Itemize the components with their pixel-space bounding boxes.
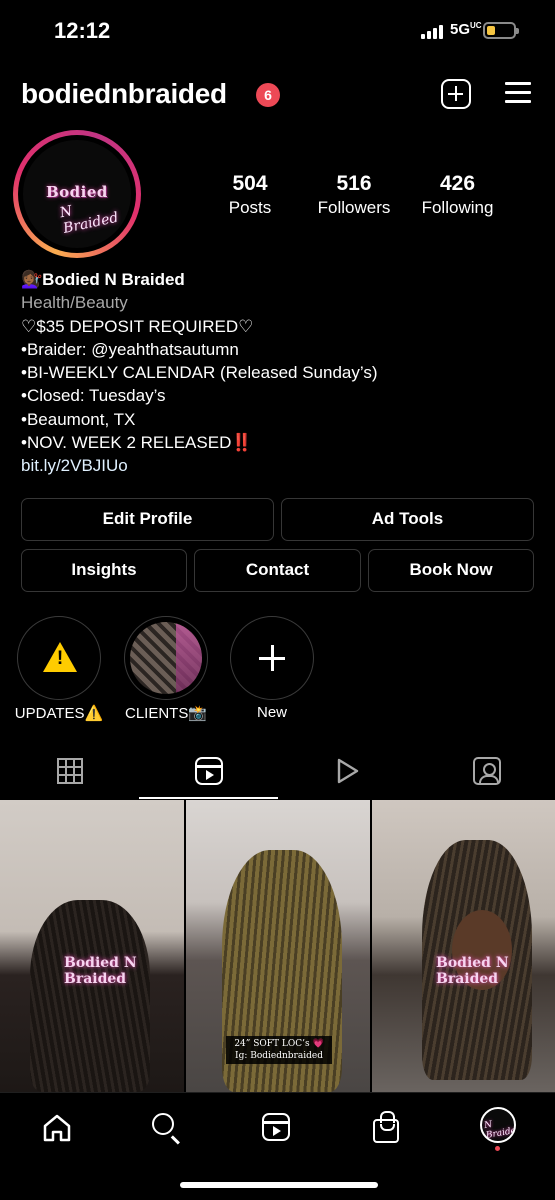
reels-icon: [262, 1113, 290, 1141]
nav-avatar-logo: N Braided: [483, 1119, 516, 1141]
notification-badge[interactable]: 6: [256, 83, 280, 107]
search-icon: [152, 1113, 174, 1135]
nav-profile-avatar[interactable]: N Braided: [480, 1107, 516, 1143]
grid-icon: [57, 758, 83, 784]
menu-icon[interactable]: [505, 82, 531, 104]
post-thumbnail[interactable]: Bodied N Braided: [372, 800, 555, 1092]
reels-icon: [195, 757, 223, 785]
stat-posts-value: 504: [232, 172, 268, 195]
post-thumbnail[interactable]: Bodied N Braided: [0, 800, 184, 1092]
highlight-updates[interactable]: ! UPDATES⚠️: [15, 616, 103, 722]
edit-profile-button[interactable]: Edit Profile: [21, 498, 274, 541]
post-watermark: Bodied N Braided: [64, 955, 137, 987]
highlight-label: UPDATES⚠️: [14, 705, 104, 722]
stat-following[interactable]: 426 Following: [410, 172, 505, 218]
profile-bio: 💇🏾‍♀️Bodied N Braided Health/Beauty ♡$35…: [21, 268, 541, 478]
tab-tagged[interactable]: [417, 745, 555, 800]
bio-line: •Beaumont, TX: [21, 409, 136, 429]
tagged-icon: [473, 757, 501, 785]
insights-button[interactable]: Insights: [21, 549, 187, 592]
home-icon: [43, 1114, 71, 1142]
bio-line: ♡$35 DEPOSIT REQUIRED♡: [21, 316, 254, 336]
post-caption: 24” SOFT LOC’s 💗 Ig: Bodiednbraided: [226, 1036, 332, 1064]
tab-reels[interactable]: [139, 745, 278, 800]
network-indicator: 5GUC: [450, 21, 482, 38]
status-time: 12:12: [54, 18, 111, 43]
highlight-label: New: [256, 704, 287, 721]
home-indicator[interactable]: [180, 1182, 378, 1188]
shop-icon: [373, 1111, 399, 1143]
signal-icon: [421, 24, 443, 39]
status-bar: 12:12 5GUC: [0, 0, 555, 62]
nav-shop[interactable]: [365, 1108, 405, 1148]
bio-link[interactable]: bit.ly/2VBJIUo: [21, 454, 541, 477]
active-tab-indicator: [139, 797, 278, 799]
stat-following-value: 426: [439, 172, 476, 195]
profile-tabs: [0, 745, 555, 800]
post-image: [30, 900, 150, 1092]
stat-following-label: Following: [421, 198, 494, 217]
battery-icon: [483, 22, 519, 39]
bio-line[interactable]: •Braider: @yeahthatsautumn: [21, 338, 541, 361]
highlight-clients[interactable]: CLIENTS📸: [124, 616, 208, 722]
post-thumbnail[interactable]: 24” SOFT LOC’s 💗 Ig: Bodiednbraided: [186, 800, 370, 1092]
stat-followers-label: Followers: [317, 198, 391, 217]
ad-tools-button[interactable]: Ad Tools: [281, 498, 534, 541]
posts-grid: Bodied N Braided 24” SOFT LOC’s 💗 Ig: Bo…: [0, 800, 555, 1092]
stat-posts[interactable]: 504 Posts: [210, 172, 290, 218]
bio-line: •Closed: Tuesday’s: [21, 386, 166, 406]
bio-line: •BI-WEEKLY CALENDAR (Released Sunday’s): [21, 363, 378, 383]
warning-exclamation: !: [56, 648, 64, 669]
play-icon: [337, 758, 359, 784]
stat-followers[interactable]: 516 Followers: [304, 172, 404, 218]
contact-button[interactable]: Contact: [194, 549, 361, 592]
tab-grid[interactable]: [0, 745, 139, 800]
stat-followers-value: 516: [336, 172, 372, 195]
nav-activity-dot: [495, 1146, 500, 1151]
nav-reels[interactable]: [257, 1108, 297, 1148]
highlight-cover-image: [130, 622, 202, 694]
book-now-button[interactable]: Book Now: [368, 549, 534, 592]
bio-line: •NOV. WEEK 2 RELEASED‼️: [21, 433, 253, 453]
profile-header: bodiednbraided 6: [0, 70, 555, 120]
stat-posts-label: Posts: [228, 198, 272, 217]
username[interactable]: bodiednbraided: [21, 78, 227, 110]
highlight-new[interactable]: New: [230, 616, 314, 721]
nav-search[interactable]: [145, 1108, 185, 1148]
tab-videos[interactable]: [278, 745, 417, 800]
bio-name: 💇🏾‍♀️Bodied N Braided: [21, 270, 185, 289]
profile-stats: 504 Posts 516 Followers 426 Following: [0, 172, 555, 222]
post-watermark: Bodied N Braided: [436, 955, 509, 987]
plus-icon: [230, 616, 314, 700]
create-post-button[interactable]: [441, 79, 471, 109]
nav-home[interactable]: [37, 1108, 77, 1148]
bio-category: Health/Beauty: [21, 293, 128, 313]
